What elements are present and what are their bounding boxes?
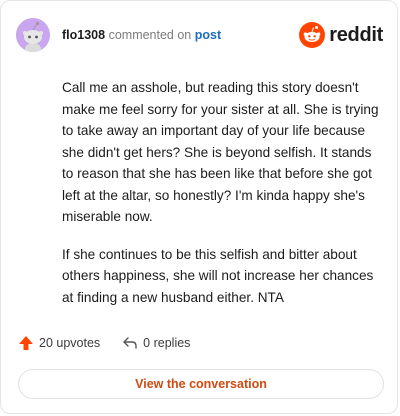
comment-meta: flo1308 commented on post <box>62 28 221 42</box>
comment-card: flo1308 commented on post reddit Call me… <box>0 0 398 414</box>
upvotes-stat[interactable]: 20 upvotes <box>18 335 100 351</box>
action-text: commented on <box>108 28 192 42</box>
replies-stat[interactable]: 0 replies <box>122 335 190 351</box>
reply-arrow-icon <box>123 337 137 349</box>
username-link[interactable]: flo1308 <box>62 28 105 42</box>
snoo-avatar-icon <box>16 18 50 52</box>
reddit-brand[interactable]: reddit <box>299 22 383 48</box>
comment-stats: 20 upvotes 0 replies <box>18 335 190 351</box>
comment-paragraph: If she continues to be this selfish and … <box>62 246 374 305</box>
comment-header: flo1308 commented on post reddit <box>16 15 383 55</box>
upvotes-count: 20 upvotes <box>39 336 101 350</box>
comment-paragraph: Call me an asshole, but reading this sto… <box>62 80 379 224</box>
user-avatar[interactable] <box>16 18 50 52</box>
post-link[interactable]: post <box>195 28 221 42</box>
brand-wordmark: reddit <box>329 23 383 46</box>
comment-body: Call me an asshole, but reading this sto… <box>62 77 382 324</box>
reddit-logo-icon <box>299 22 326 48</box>
replies-count: 0 replies <box>143 336 191 350</box>
upvote-arrow-icon <box>19 336 33 350</box>
view-conversation-button[interactable]: View the conversation <box>18 369 384 399</box>
